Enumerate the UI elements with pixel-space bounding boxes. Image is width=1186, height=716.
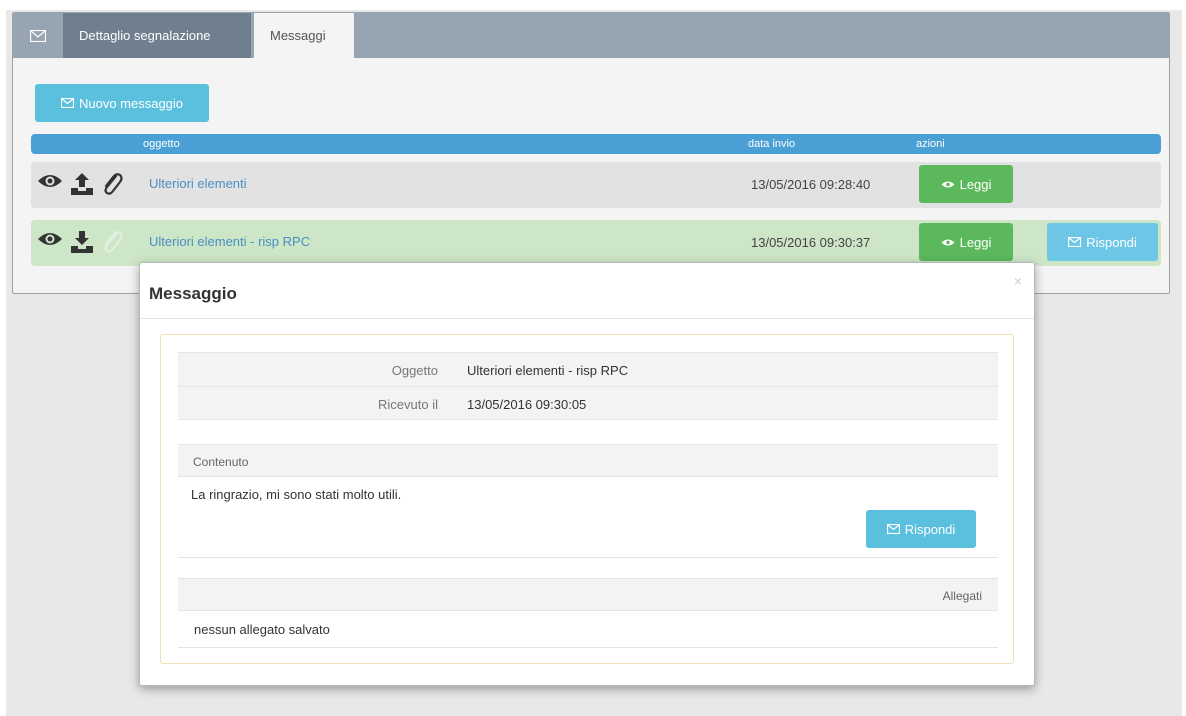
paperclip-icon [104, 231, 123, 253]
reply-button-label: Rispondi [904, 521, 956, 537]
tab-messaggi[interactable]: Messaggi [254, 13, 354, 58]
reply-button-label: Rispondi [1086, 234, 1137, 250]
eye-icon [941, 239, 955, 245]
close-icon[interactable]: × [1014, 273, 1022, 289]
content-section-header: Contenuto [178, 444, 998, 477]
attachments-section-header: Allegati [178, 578, 998, 611]
tab-dettaglio-segnalazione[interactable]: Dettaglio segnalazione [63, 13, 251, 58]
envelope-icon [13, 13, 63, 58]
header-actions: azioni [916, 138, 945, 150]
message-content: La ringrazio, mi sono stati molto utili. [191, 487, 402, 502]
envelope-icon [60, 98, 74, 108]
eye-icon[interactable] [37, 171, 63, 191]
reply-button[interactable]: Rispondi [1047, 223, 1158, 261]
field-value: Ulteriori elementi - risp RPC [467, 363, 629, 378]
header-subject: oggetto [143, 138, 180, 150]
field-label: Ricevuto il [378, 397, 438, 412]
message-details: Oggetto Ulteriori elementi - risp RPC Ri… [160, 334, 1014, 664]
table-header: oggetto data invio azioni [31, 134, 1161, 154]
read-button[interactable]: Leggi [919, 165, 1013, 203]
message-subject-link[interactable]: Ulteriori elementi - risp RPC [149, 234, 310, 249]
message-subject-link[interactable]: Ulteriori elementi [149, 176, 247, 191]
eye-icon[interactable] [37, 229, 63, 249]
envelope-icon [1068, 237, 1082, 247]
message-modal: Messaggio × Oggetto Ulteriori elementi -… [139, 262, 1035, 686]
upload-icon[interactable] [69, 171, 95, 197]
header-sent-date: data invio [748, 138, 796, 150]
content-header-label: Contenuto [193, 455, 249, 469]
read-button[interactable]: Leggi [919, 223, 1013, 261]
tab-bar: Dettaglio segnalazione Messaggi [13, 13, 1169, 58]
field-row-received: Ricevuto il 13/05/2016 09:30:05 [178, 386, 998, 420]
paperclip-icon[interactable] [101, 171, 123, 197]
attachments-empty-text: nessun allegato salvato [194, 622, 330, 637]
messages-panel: Dettaglio segnalazione Messaggi Nuovo me… [12, 12, 1170, 294]
field-label: Oggetto [391, 363, 438, 378]
reply-button[interactable]: Rispondi [866, 510, 976, 548]
field-value: 13/05/2016 09:30:05 [467, 397, 587, 412]
table-row: Ulteriori elementi - risp RPC 13/05/2016… [31, 220, 1161, 266]
field-row-subject: Oggetto Ulteriori elementi - risp RPC [178, 352, 998, 386]
message-date: 13/05/2016 09:28:40 [751, 177, 871, 192]
read-button-label: Leggi [959, 176, 992, 192]
table-row: Ulteriori elementi 13/05/2016 09:28:40 L… [31, 162, 1161, 208]
message-date: 13/05/2016 09:30:37 [751, 235, 871, 250]
new-message-label: Nuovo messaggio [78, 95, 184, 111]
eye-icon [941, 181, 955, 187]
download-icon[interactable] [69, 229, 95, 255]
read-button-label: Leggi [959, 234, 992, 250]
section-divider [178, 557, 998, 558]
attachments-header-label: Allegati [942, 589, 982, 603]
new-message-button[interactable]: Nuovo messaggio [35, 84, 209, 122]
modal-title: Messaggio [149, 284, 237, 303]
envelope-icon [886, 524, 900, 534]
modal-divider [140, 318, 1034, 319]
section-divider [178, 647, 998, 648]
